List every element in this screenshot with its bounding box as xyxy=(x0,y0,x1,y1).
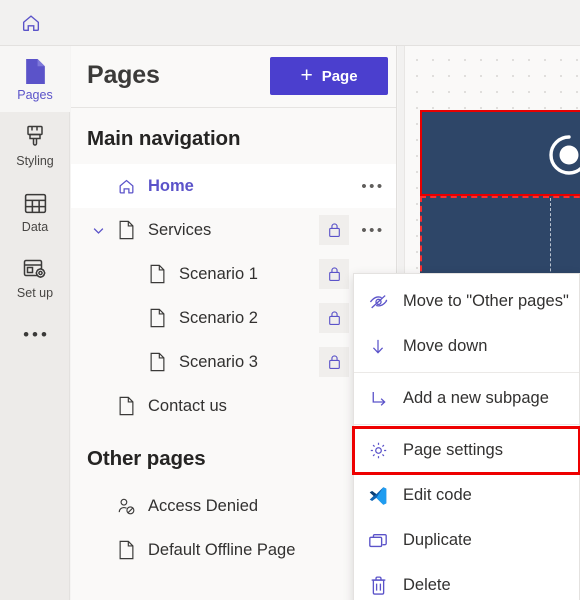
context-menu-label: Edit code xyxy=(403,486,472,504)
lock-icon-scenario-3[interactable] xyxy=(319,347,349,377)
page-icon xyxy=(115,539,137,561)
plus-icon: + xyxy=(300,63,313,87)
rail-item-styling[interactable]: Styling xyxy=(0,112,70,178)
tree-label-home: Home xyxy=(148,176,194,195)
loading-spinner-icon xyxy=(546,132,580,178)
panel-header: Pages + Page xyxy=(71,46,396,108)
arrow-down-icon xyxy=(366,335,390,359)
trash-icon xyxy=(366,574,390,598)
lock-icon-scenario-1[interactable] xyxy=(319,259,349,289)
context-menu-item-move-down[interactable]: Move down xyxy=(354,324,579,369)
eye-slash-icon xyxy=(366,290,390,314)
page-icon xyxy=(146,263,168,285)
lock-icon-scenario-2[interactable] xyxy=(319,303,349,333)
rail-label-setup: Set up xyxy=(16,286,54,301)
context-menu-item-edit-code[interactable]: Edit code xyxy=(354,473,579,518)
context-menu-item-page-settings[interactable]: Page settings xyxy=(352,426,580,475)
context-menu-separator xyxy=(354,372,579,373)
page-filled-icon xyxy=(23,56,48,86)
context-menu-label: Add a new subpage xyxy=(403,389,549,407)
context-menu-label: Move to "Other pages" xyxy=(403,292,569,310)
tree-label-access-denied: Access Denied xyxy=(148,496,259,515)
subpage-icon xyxy=(366,387,390,411)
home-icon xyxy=(115,175,137,197)
rail-item-pages[interactable]: Pages xyxy=(0,46,70,112)
page-context-menu: Move to "Other pages" Move down Add a ne… xyxy=(352,273,580,600)
rail-label-styling: Styling xyxy=(16,154,54,169)
page-icon xyxy=(146,351,168,373)
tree-item-scenario-2[interactable]: Scenario 2 xyxy=(71,296,396,340)
tree-item-services[interactable]: Services ••• xyxy=(71,208,396,252)
rail-item-data[interactable]: Data xyxy=(0,178,70,244)
rail-label-pages: Pages xyxy=(17,88,53,103)
context-menu-item-move-to-other-pages[interactable]: Move to "Other pages" xyxy=(354,279,579,324)
rail-label-data: Data xyxy=(21,220,49,235)
hero-section-selected[interactable] xyxy=(420,110,580,196)
tree-label-scenario-1: Scenario 1 xyxy=(179,264,258,283)
tree-item-home[interactable]: Home ••• xyxy=(71,164,396,208)
add-page-label: Page xyxy=(321,67,358,85)
pages-panel: Pages + Page Main navigation Home ••• Se… xyxy=(71,46,397,600)
tree-item-default-offline-page[interactable]: Default Offline Page xyxy=(71,528,396,572)
tree-item-scenario-1[interactable]: Scenario 1 xyxy=(71,252,396,296)
context-menu-label: Move down xyxy=(403,337,488,355)
rail-more-button[interactable]: ••• xyxy=(0,310,70,360)
add-page-button[interactable]: + Page xyxy=(270,57,388,95)
tree-label-default-offline-page: Default Offline Page xyxy=(148,540,296,559)
page-icon xyxy=(115,395,137,417)
tree-label-scenario-3: Scenario 3 xyxy=(179,352,258,371)
top-bar xyxy=(0,0,580,46)
person-blocked-icon xyxy=(115,495,137,517)
tree-label-services: Services xyxy=(148,220,212,239)
context-menu-item-add-a-new-subpage[interactable]: Add a new subpage xyxy=(354,376,579,421)
gear-icon xyxy=(366,439,390,463)
rail-item-setup[interactable]: Set up xyxy=(0,244,70,310)
context-menu-separator xyxy=(354,424,579,425)
page-icon xyxy=(115,219,137,241)
page-icon xyxy=(146,307,168,329)
vscode-icon xyxy=(366,484,390,508)
page-title: Pages xyxy=(87,61,160,89)
home-icon[interactable] xyxy=(18,11,44,35)
duplicate-icon xyxy=(366,529,390,553)
tree-label-scenario-2: Scenario 2 xyxy=(179,308,258,327)
paintbrush-icon xyxy=(23,122,47,152)
tree-item-access-denied[interactable]: Access Denied xyxy=(71,484,396,528)
tree-item-contact-us[interactable]: Contact us xyxy=(71,384,396,428)
chevron-down-icon[interactable] xyxy=(87,208,109,252)
context-menu-label: Page settings xyxy=(403,441,503,459)
lock-icon-services[interactable] xyxy=(319,215,349,245)
more-options-services-button[interactable]: ••• xyxy=(357,215,387,245)
app-root: Pages Styling Data Set up ••• Pages + Pa… xyxy=(0,0,580,600)
context-menu-label: Duplicate xyxy=(403,531,472,549)
browser-gear-icon xyxy=(22,254,48,284)
more-options-home-button[interactable]: ••• xyxy=(357,171,387,201)
left-rail: Pages Styling Data Set up ••• xyxy=(0,46,70,600)
context-menu-label: Delete xyxy=(403,576,451,594)
tree-label-contact-us: Contact us xyxy=(148,396,227,415)
tree-item-scenario-3[interactable]: Scenario 3 xyxy=(71,340,396,384)
section-heading-main-navigation: Main navigation xyxy=(87,127,241,150)
table-grid-icon xyxy=(23,188,48,218)
context-menu-item-delete[interactable]: Delete xyxy=(354,563,579,600)
context-menu-item-duplicate[interactable]: Duplicate xyxy=(354,518,579,563)
section-heading-other-pages: Other pages xyxy=(87,447,206,470)
